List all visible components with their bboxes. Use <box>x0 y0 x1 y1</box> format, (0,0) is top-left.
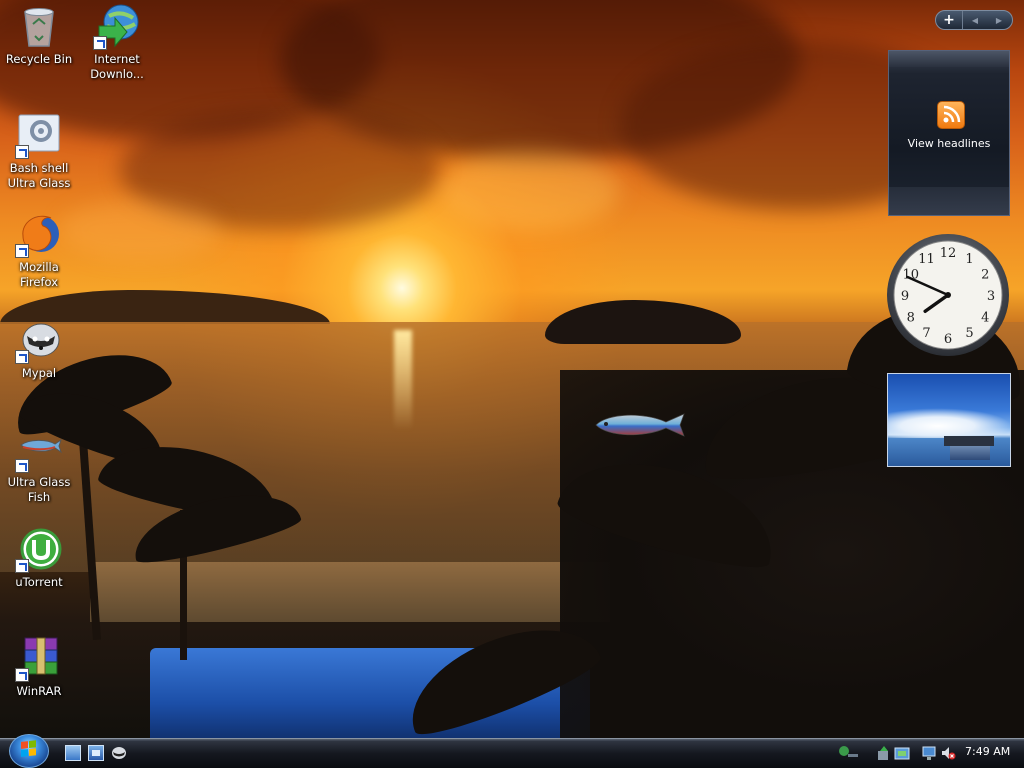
clock-number: 4 <box>981 311 989 326</box>
desktop-icon-firefox[interactable]: Mozilla Firefox <box>0 210 78 290</box>
desktop-icon-recycle-bin[interactable]: Recycle Bin <box>0 2 78 67</box>
clock-number: 7 <box>922 326 930 341</box>
taskbar-clock[interactable]: 7:49 AM <box>965 745 1010 758</box>
clock-number: 5 <box>965 326 973 341</box>
desktop-icon-label: Ultra Glass Fish <box>7 475 71 504</box>
next-page-button[interactable]: ▶ <box>987 16 1011 25</box>
display-icon[interactable] <box>922 745 938 761</box>
shortcut-arrow-icon <box>15 244 29 258</box>
desktop-icon-bash-shell[interactable]: Bash shell Ultra Glass <box>0 111 78 191</box>
desktop-icon-internet-download-manager[interactable]: Internet Downlo... <box>78 2 156 82</box>
view-headlines-link[interactable]: View headlines <box>889 137 1009 150</box>
switch-windows-icon[interactable] <box>88 745 104 761</box>
clock-number: 3 <box>987 289 995 304</box>
show-desktop-icon[interactable] <box>65 745 81 761</box>
shortcut-arrow-icon <box>15 350 29 364</box>
desktop-icon-label: Internet Downlo... <box>90 52 144 81</box>
clock-number: 12 <box>940 246 957 261</box>
desktop-icon-label: WinRAR <box>16 684 62 698</box>
desktop-icon-utorrent[interactable]: uTorrent <box>0 525 78 590</box>
clock-number: 9 <box>901 289 909 304</box>
previous-page-button[interactable]: ◀ <box>963 16 987 25</box>
fish-animation <box>595 413 685 437</box>
mypal-quicklaunch-icon[interactable] <box>111 745 127 761</box>
network-icon[interactable] <box>838 745 858 761</box>
power-icon[interactable] <box>894 745 910 761</box>
clock-number: 8 <box>907 311 915 326</box>
clock-number: 6 <box>944 332 952 347</box>
desktop-icon-winrar[interactable]: WinRAR <box>0 634 78 699</box>
add-gadget-button[interactable]: + <box>936 11 963 29</box>
volume-muted-icon[interactable] <box>940 745 956 761</box>
desktop-icon-label: uTorrent <box>15 575 63 589</box>
desktop-icon-ultra-glass-fish[interactable]: Ultra Glass Fish <box>0 425 78 505</box>
desktop-icon-label: Mypal <box>21 366 57 380</box>
clock-number: 2 <box>981 268 989 283</box>
desktop-icon-label: Mozilla Firefox <box>19 260 59 289</box>
safely-remove-icon[interactable] <box>876 745 892 761</box>
taskbar <box>0 738 1024 768</box>
start-button[interactable] <box>9 734 49 768</box>
feed-headlines-gadget[interactable]: View headlines <box>888 50 1010 216</box>
shortcut-arrow-icon <box>15 459 29 473</box>
clock-number: 11 <box>918 252 935 267</box>
sidebar-controls: + ◀ ▶ <box>935 10 1013 30</box>
recycle-bin-icon <box>24 8 54 47</box>
windows-logo-icon <box>21 740 36 757</box>
desktop-icon-mypal[interactable]: Mypal <box>0 316 78 381</box>
desktop-icon-label: Recycle Bin <box>5 52 73 66</box>
shortcut-arrow-icon <box>15 145 29 159</box>
shortcut-arrow-icon <box>93 36 107 50</box>
desktop-icon-label: Bash shell Ultra Glass <box>7 161 71 190</box>
shortcut-arrow-icon <box>15 559 29 573</box>
clock-gadget[interactable]: 1 2 3 4 5 6 7 8 9 10 11 12 <box>886 233 1010 357</box>
slideshow-gadget[interactable] <box>887 373 1011 467</box>
desktop-wallpaper <box>0 0 1024 738</box>
shortcut-arrow-icon <box>15 668 29 682</box>
rss-icon <box>937 101 965 129</box>
clock-number: 1 <box>965 252 973 267</box>
